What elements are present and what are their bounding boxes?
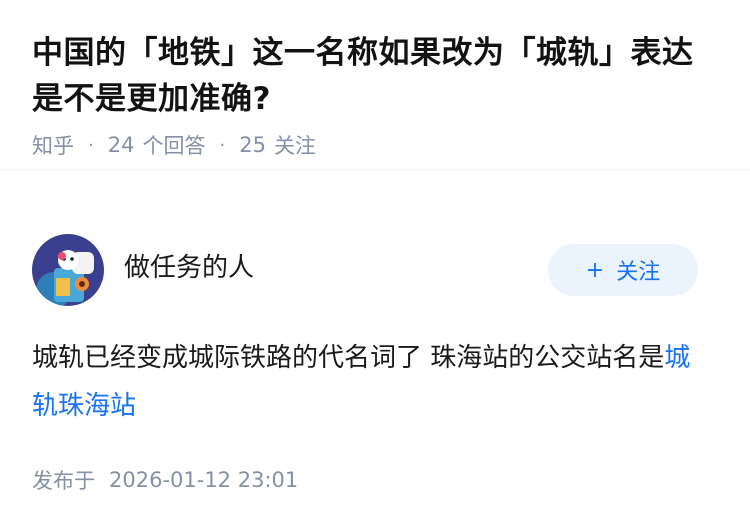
follow-label: 关注 xyxy=(616,260,661,285)
question-header: 中国的「地铁」这一名称如果改为「城轨」表达是不是更加准确? 知乎 · 24 个回… xyxy=(0,0,750,170)
published-time: 2026-01-12 23:01 xyxy=(109,468,299,492)
avatar-image xyxy=(32,234,104,306)
followers-count: 25 xyxy=(239,133,266,157)
meta-separator: · xyxy=(88,134,94,156)
followers-label[interactable]: 关注 xyxy=(274,130,316,160)
meta-separator: · xyxy=(219,134,226,156)
answers-label[interactable]: 个回答 xyxy=(142,130,205,160)
answer-footer: 发布于 2026-01-12 23:01 xyxy=(32,465,298,495)
follow-button[interactable]: + 关注 xyxy=(548,244,698,296)
answer-text: 城轨已经变成城际铁路的代名词了 珠海站的公交站名是 xyxy=(32,343,665,373)
avatar[interactable] xyxy=(32,234,104,306)
source-label[interactable]: 知乎 xyxy=(32,130,74,160)
published-label: 发布于 xyxy=(32,469,95,493)
question-title[interactable]: 中国的「地铁」这一名称如果改为「城轨」表达是不是更加准确? xyxy=(32,30,718,122)
question-meta: 知乎 · 24 个回答 · 25 关注 xyxy=(32,130,718,160)
answer-content: 城轨已经变成城际铁路的代名词了 珠海站的公交站名是城轨珠海站 xyxy=(32,334,710,430)
plus-icon: + xyxy=(585,257,605,283)
author-row: 做任务的人 + 关注 xyxy=(32,233,698,307)
author-name[interactable]: 做任务的人 xyxy=(124,247,254,284)
answers-count: 24 xyxy=(107,133,135,157)
